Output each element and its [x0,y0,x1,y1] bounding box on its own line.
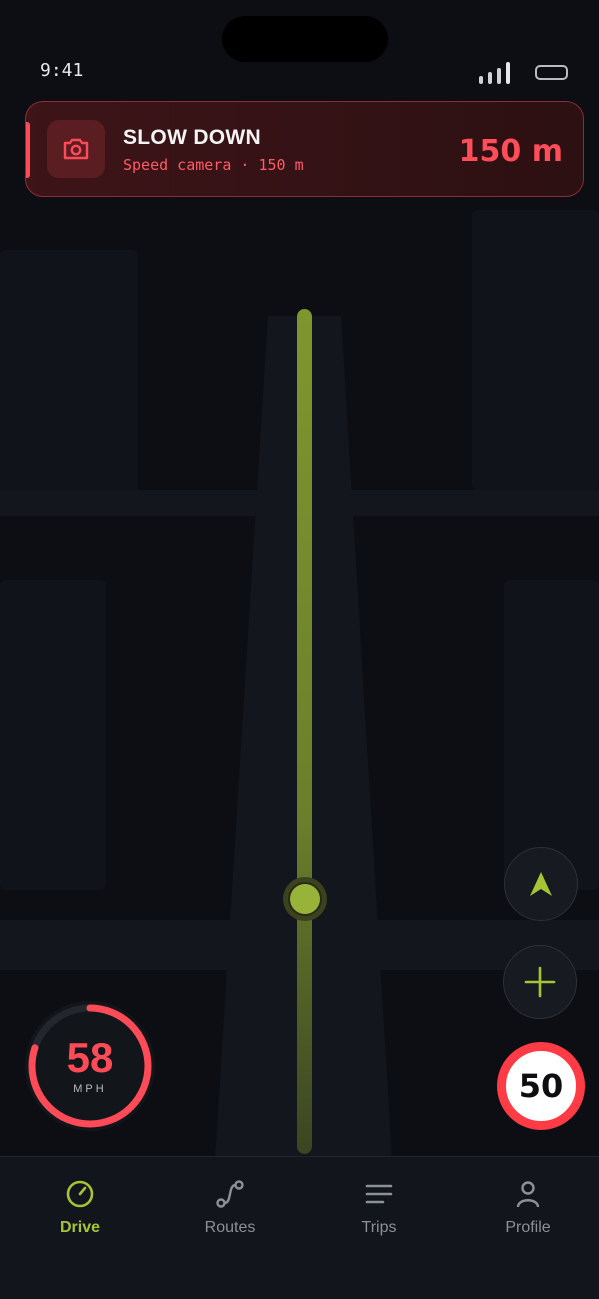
speedometer: 58 MPH [25,1001,155,1131]
person-icon [516,1181,540,1208]
tab-bar: Drive Routes Trips Profile [0,1156,599,1299]
app-screen: 9:41 SLOW DOWN Speed camera · 150 m 150 … [0,0,599,1299]
status-time: 9:41 [40,60,84,81]
status-bar: 9:41 [0,0,599,100]
tab-label: Trips [361,1219,397,1236]
speedometer-icon [66,1180,94,1208]
current-location-marker [290,884,320,914]
speed-camera-alert[interactable]: SLOW DOWN Speed camera · 150 m 150 m [25,101,584,197]
navigation-arrow-icon [530,872,552,896]
list-icon [365,1184,393,1204]
alert-accent-bar [26,122,30,178]
speed-limit-sign: 50 [497,1042,585,1130]
route-icon [216,1180,244,1208]
speed-unit: MPH [73,1083,107,1095]
tab-label: Drive [59,1219,101,1236]
plus-icon [524,966,556,998]
tab-trips[interactable]: Trips [304,1157,454,1257]
recenter-button[interactable] [504,847,578,921]
alert-distance: 150 m [458,134,563,169]
current-speed: 58 [66,1034,114,1081]
dynamic-island [222,16,388,62]
tab-drive[interactable]: Drive [5,1157,155,1257]
route-line [297,309,312,1154]
battery-icon [535,65,568,80]
alert-title: SLOW DOWN [123,126,262,149]
alert-subtitle: Speed camera · 150 m [123,156,304,174]
tab-label: Profile [505,1219,551,1236]
tab-label: Routes [204,1219,256,1236]
tab-profile[interactable]: Profile [453,1157,599,1257]
tab-routes[interactable]: Routes [155,1157,305,1257]
speed-limit-value: 50 [518,1067,564,1105]
camera-icon [47,120,105,178]
zoom-in-button[interactable] [503,945,577,1019]
